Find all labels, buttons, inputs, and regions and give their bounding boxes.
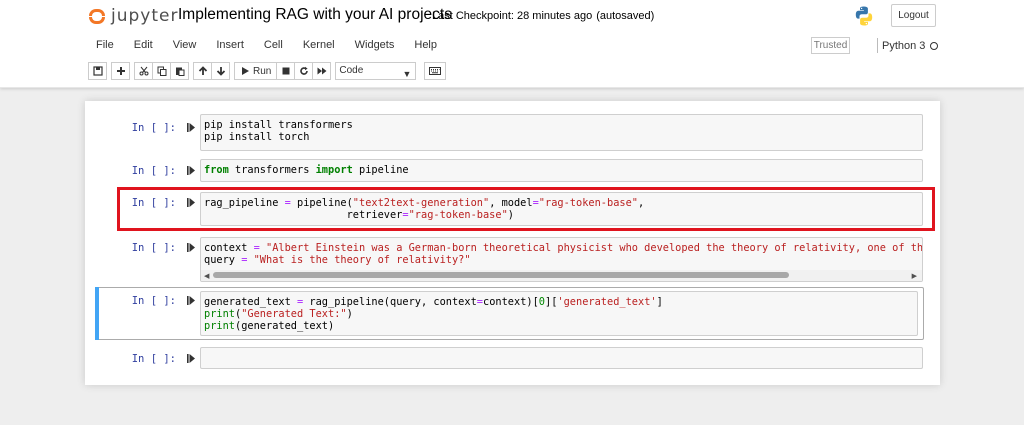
run-cell-icon[interactable]	[187, 354, 195, 363]
run-cell-icon[interactable]	[187, 123, 195, 132]
cell-type-value: Code	[339, 65, 364, 76]
jupyter-logo-icon	[88, 7, 106, 25]
cell-input[interactable]: pip install transformers pip install tor…	[200, 114, 923, 151]
run-label: Run	[253, 65, 272, 77]
kernel-idle-icon	[930, 41, 939, 50]
copy-icon	[157, 66, 166, 76]
horizontal-scrollbar[interactable]: ◀ ▶	[201, 270, 922, 281]
code-cell[interactable]: In [ ]: pip install transformers pip ins…	[96, 114, 923, 151]
code-cell-selected[interactable]: In [ ]: generated_text = rag_pipeline(qu…	[95, 287, 924, 340]
run-button[interactable]: Run	[234, 62, 278, 80]
code-cell[interactable]: In [ ]:	[96, 347, 923, 369]
scissors-icon	[139, 66, 148, 76]
cell-prompt: In [ ]:	[131, 353, 176, 365]
menu-insert[interactable]: Insert	[206, 35, 254, 55]
scrollbar-thumb[interactable]	[213, 272, 789, 278]
menu-help[interactable]: Help	[404, 35, 447, 55]
menu-view[interactable]: View	[163, 35, 207, 55]
toolbar: Run Code ▼	[88, 62, 447, 80]
restart-icon	[300, 66, 308, 75]
play-icon	[242, 67, 249, 75]
menu-cell[interactable]: Cell	[254, 35, 293, 55]
fast-forward-icon	[317, 67, 327, 75]
cell-prompt: In [ ]:	[131, 295, 176, 307]
menu-file[interactable]: File	[86, 35, 124, 55]
scroll-right-icon[interactable]: ▶	[912, 272, 917, 280]
logout-button[interactable]: Logout	[891, 4, 936, 27]
cell-input[interactable]: context = "Albert Einstein was a German-…	[200, 237, 923, 282]
run-cell-icon[interactable]	[187, 166, 195, 175]
arrow-down-icon	[216, 67, 225, 76]
menu-widgets[interactable]: Widgets	[345, 35, 405, 55]
move-up-button[interactable]	[193, 62, 212, 80]
code-cell[interactable]: In [ ]: from transformers import pipelin…	[96, 159, 923, 182]
highlight-annotation-box	[117, 187, 935, 231]
stop-icon	[282, 67, 290, 75]
restart-run-all-button[interactable]	[312, 62, 332, 80]
trusted-indicator[interactable]: Trusted	[811, 37, 850, 54]
cell-prompt: In [ ]:	[131, 165, 176, 177]
menu-edit[interactable]: Edit	[124, 35, 163, 55]
code-text: pip install transformers pip install tor…	[204, 119, 353, 143]
checkpoint-text: Last Checkpoint: 28 minutes ago	[432, 10, 593, 22]
save-icon	[92, 66, 103, 76]
save-button[interactable]	[88, 62, 107, 80]
cell-input[interactable]: generated_text = rag_pipeline(query, con…	[200, 291, 918, 336]
menu-bar: File Edit View Insert Cell Kernel Widget…	[86, 35, 447, 55]
menu-kernel[interactable]: Kernel	[293, 35, 345, 55]
cell-input[interactable]: from transformers import pipeline	[200, 159, 923, 182]
code-cell[interactable]: In [ ]: context = "Albert Einstein was a…	[96, 237, 923, 282]
interrupt-button[interactable]	[276, 62, 296, 80]
notebook-header: jupyter Implementing RAG with your AI pr…	[0, 0, 1024, 88]
python-icon	[855, 6, 873, 26]
checkpoint-status: Last Checkpoint: 28 minutes ago (autosave…	[432, 10, 654, 22]
paste-icon	[175, 67, 184, 76]
keyboard-icon	[429, 67, 442, 75]
insert-cell-button[interactable]	[111, 62, 130, 80]
scroll-left-icon[interactable]: ◀	[204, 272, 209, 280]
chevron-down-icon: ▼	[402, 69, 412, 79]
run-cell-icon[interactable]	[187, 243, 195, 252]
cell-prompt: In [ ]:	[131, 122, 176, 134]
run-cell-icon[interactable]	[187, 296, 195, 305]
restart-button[interactable]	[294, 62, 314, 80]
code-text: generated_text = rag_pipeline(query, con…	[204, 296, 663, 332]
move-down-button[interactable]	[211, 62, 230, 80]
kernel-indicator[interactable]: Python 3	[877, 38, 939, 53]
logo-text: jupyter	[111, 6, 179, 26]
paste-button[interactable]	[170, 62, 189, 80]
jupyter-logo[interactable]: jupyter	[88, 4, 178, 28]
kernel-name: Python 3	[882, 39, 926, 52]
copy-button[interactable]	[152, 62, 171, 80]
code-text: from transformers import pipeline	[204, 164, 409, 176]
cell-type-select[interactable]: Code ▼	[335, 62, 417, 80]
code-text: context = "Albert Einstein was a German-…	[204, 242, 923, 266]
cell-input[interactable]	[200, 347, 923, 369]
cut-button[interactable]	[134, 62, 153, 80]
cell-prompt: In [ ]:	[131, 242, 176, 254]
plus-icon	[116, 67, 125, 75]
autosave-status: (autosaved)	[596, 10, 655, 22]
command-palette-button[interactable]	[424, 62, 447, 80]
arrow-up-icon	[198, 66, 207, 75]
notebook-container: In [ ]: pip install transformers pip ins…	[85, 101, 940, 385]
notebook-title[interactable]: Implementing RAG with your AI projects	[178, 6, 452, 24]
